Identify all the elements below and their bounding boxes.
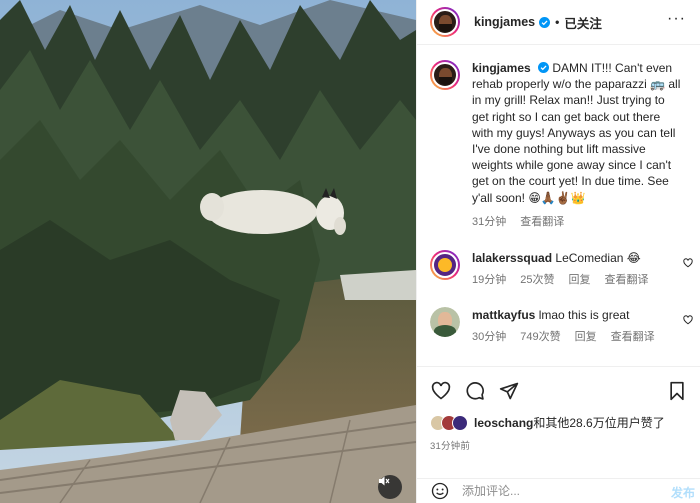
caption-username[interactable]: kingjames bbox=[472, 61, 531, 75]
post-video[interactable] bbox=[0, 0, 416, 503]
comment-item: mattkayfus lmao this is great 30分钟 749次赞… bbox=[417, 307, 700, 345]
caption: kingjames DAMN IT!!! Can't even rehab pr… bbox=[417, 46, 700, 230]
add-comment-bar: 发布 bbox=[417, 478, 700, 503]
likes-summary[interactable]: leoschang和其他28.6万位用户赞了 bbox=[430, 414, 688, 431]
comments-list[interactable]: kingjames DAMN IT!!! Can't even rehab pr… bbox=[417, 46, 700, 366]
emoji-icon[interactable] bbox=[430, 481, 450, 501]
post-comment-button[interactable]: 发布 bbox=[671, 484, 695, 501]
comment-item: lalakerssquad LeComedian 😂 19分钟 25次赞 回复 … bbox=[417, 250, 700, 288]
speaker-muted-icon bbox=[379, 476, 390, 486]
comment-text: LeComedian 😂 bbox=[555, 251, 641, 266]
liker-avatars bbox=[430, 414, 468, 431]
comment-username[interactable]: mattkayfus bbox=[472, 308, 535, 322]
first-liker-username[interactable]: leoschang bbox=[474, 416, 533, 430]
comment-time: 19分钟 bbox=[472, 274, 507, 287]
paper-plane-icon[interactable] bbox=[498, 380, 520, 402]
comment-likes[interactable]: 25次赞 bbox=[520, 272, 554, 288]
caption-text: DAMN IT!!! Can't even rehab properly w/o… bbox=[472, 61, 681, 205]
bookmark-icon[interactable] bbox=[666, 380, 688, 402]
comment-icon[interactable] bbox=[464, 380, 486, 402]
comment-username[interactable]: lalakerssquad bbox=[472, 251, 552, 265]
verified-badge-icon bbox=[539, 16, 551, 28]
separator-dot: • bbox=[555, 15, 560, 29]
comment-likes[interactable]: 749次赞 bbox=[520, 329, 560, 345]
video-frame-mountain-goat bbox=[0, 0, 416, 503]
comment-like-heart-icon[interactable] bbox=[683, 258, 693, 268]
commenter-avatar[interactable] bbox=[430, 250, 460, 281]
post-header: kingjames • 已关注 ··· bbox=[417, 0, 700, 45]
verified-badge-icon bbox=[538, 62, 550, 73]
heart-icon[interactable] bbox=[430, 380, 452, 402]
reply-button[interactable]: 回复 bbox=[575, 329, 597, 345]
comment-input[interactable] bbox=[462, 484, 632, 498]
post-details-panel: kingjames • 已关注 ··· kingjames DAMN IT!!!… bbox=[416, 0, 700, 503]
reply-button[interactable]: 回复 bbox=[569, 272, 591, 288]
commenter-avatar[interactable] bbox=[430, 307, 460, 338]
post-timestamp: 31分钟前 bbox=[430, 441, 471, 452]
caption-author-avatar[interactable] bbox=[430, 60, 460, 90]
author-username[interactable]: kingjames bbox=[474, 15, 535, 29]
author-avatar[interactable] bbox=[430, 7, 460, 37]
likes-count-text[interactable]: 和其他28.6万位用户赞了 bbox=[533, 416, 664, 430]
see-translation-link[interactable]: 查看翻译 bbox=[611, 329, 655, 345]
comment-like-heart-icon[interactable] bbox=[683, 315, 693, 325]
see-translation-link[interactable]: 查看翻译 bbox=[605, 272, 649, 288]
see-translation-link[interactable]: 查看翻译 bbox=[520, 214, 564, 230]
following-button[interactable]: 已关注 bbox=[564, 13, 602, 32]
more-options-icon[interactable]: ··· bbox=[667, 11, 686, 27]
comment-text: lmao this is great bbox=[538, 308, 630, 323]
post-actions: leoschang和其他28.6万位用户赞了 31分钟前 bbox=[417, 366, 700, 486]
comment-time: 30分钟 bbox=[472, 331, 507, 344]
caption-time: 31分钟 bbox=[472, 215, 507, 228]
mute-toggle-button[interactable] bbox=[378, 475, 402, 499]
